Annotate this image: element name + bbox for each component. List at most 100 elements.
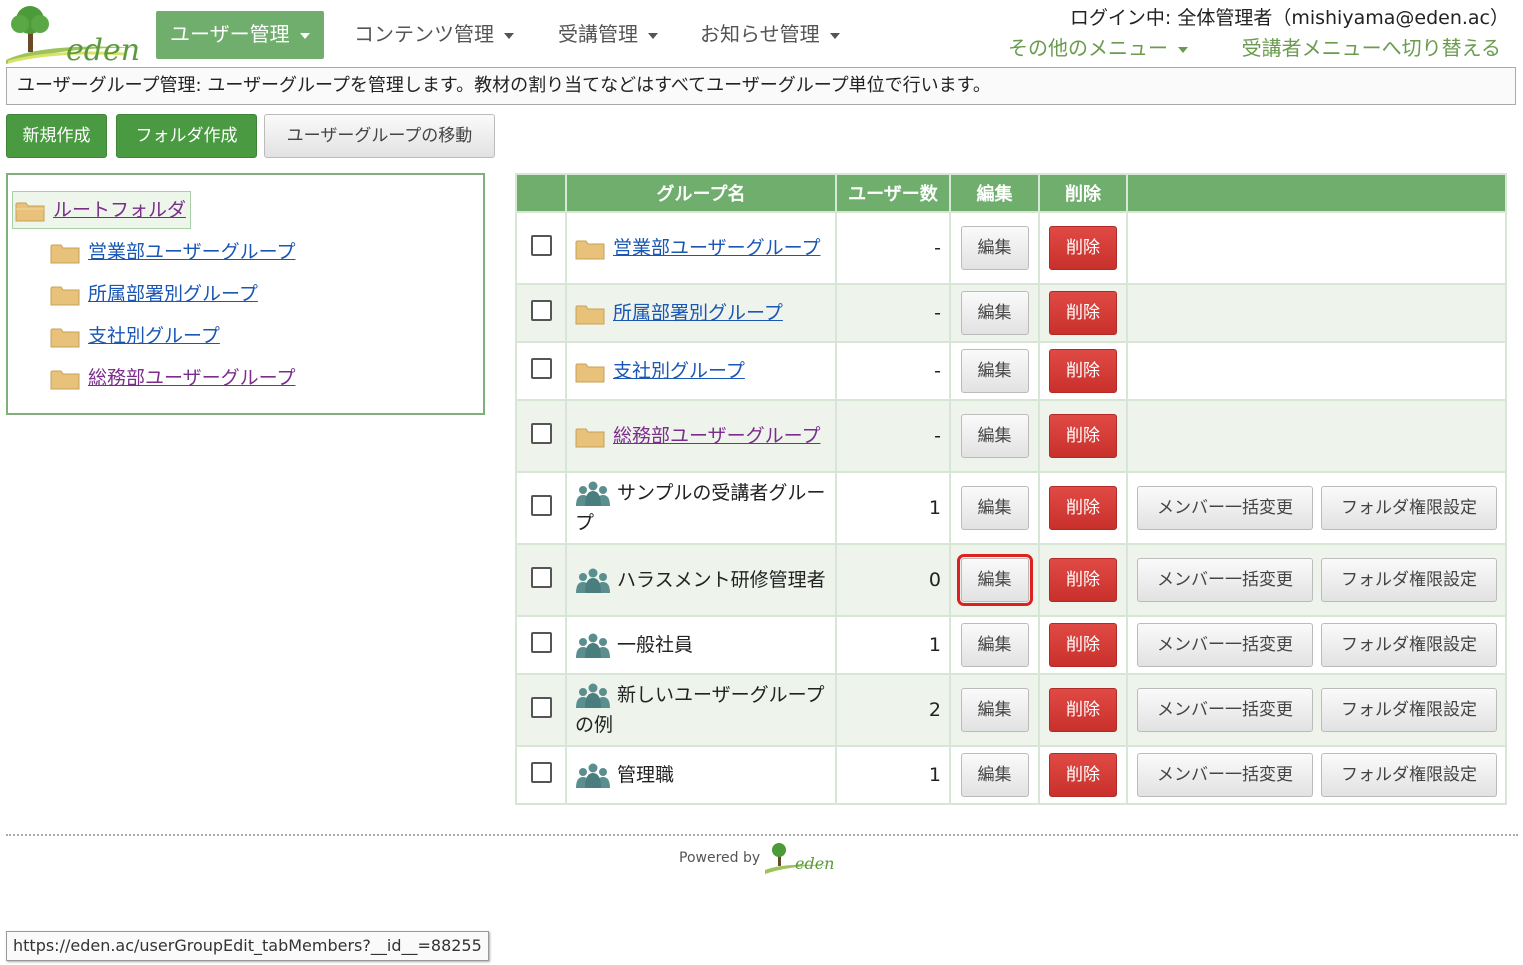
group-name-cell: 支社別グループ: [565, 341, 837, 401]
edit-button[interactable]: 編集: [960, 623, 1029, 667]
table-row: 支社別グループ - 編集 削除: [515, 341, 1507, 401]
row-checkbox[interactable]: [530, 697, 552, 718]
group-name-cell: 所属部署別グループ: [565, 283, 837, 343]
table-row: 管理職 1 編集 削除 メンバー一括変更 フォルダ権限設定: [515, 745, 1507, 805]
tree-item[interactable]: 所属部署別グループ: [50, 277, 258, 311]
group-table: グループ名 ユーザー数 編集 削除 営業部ユーザーグループ - 編集 削除所属部署別グ…: [515, 173, 1507, 805]
tree-link[interactable]: 支社別グループ: [88, 325, 220, 347]
folder-permission-button[interactable]: フォルダ権限設定: [1321, 623, 1497, 667]
folder-icon: [575, 363, 605, 382]
group-name-link[interactable]: 営業部ユーザーグループ: [613, 237, 820, 259]
create-folder-button[interactable]: フォルダ作成: [116, 114, 257, 158]
bulk-member-change-button[interactable]: メンバー一括変更: [1137, 486, 1313, 530]
row-checkbox[interactable]: [530, 300, 552, 321]
delete-button[interactable]: 削除: [1049, 623, 1117, 667]
tree-item[interactable]: 営業部ユーザーグループ: [50, 235, 295, 269]
table-row: 総務部ユーザーグループ - 編集 削除: [515, 399, 1507, 473]
tree-link[interactable]: 総務部ユーザーグループ: [88, 367, 295, 389]
group-icon: [576, 763, 610, 788]
table-header-row: グループ名 ユーザー数 編集 削除: [515, 173, 1507, 213]
checkbox-cell: [515, 283, 567, 343]
new-button[interactable]: 新規作成: [6, 114, 107, 158]
folder-permission-button[interactable]: フォルダ権限設定: [1321, 753, 1497, 797]
checkbox-cell: [515, 341, 567, 401]
edit-button[interactable]: 編集: [960, 486, 1029, 530]
switch-to-learner-menu[interactable]: 受講者メニューへ切り替える: [1242, 32, 1501, 61]
group-name: サンプルの受講者グループ: [575, 482, 826, 534]
delete-cell: 削除: [1038, 283, 1128, 343]
edit-button[interactable]: 編集: [960, 226, 1029, 270]
delete-button[interactable]: 削除: [1049, 414, 1117, 458]
eden-logo[interactable]: eden: [4, 2, 144, 68]
bulk-member-change-button[interactable]: メンバー一括変更: [1137, 623, 1313, 667]
bulk-member-change-button[interactable]: メンバー一括変更: [1137, 558, 1313, 602]
edit-button[interactable]: 編集: [960, 753, 1029, 797]
row-checkbox[interactable]: [530, 567, 552, 588]
other-menu[interactable]: その他のメニュー: [1008, 32, 1188, 61]
folder-permission-button[interactable]: フォルダ権限設定: [1321, 486, 1497, 530]
user-count-cell: 1: [835, 615, 951, 675]
table-row: ハラスメント研修管理者 0 編集 削除 メンバー一括変更 フォルダ権限設定: [515, 543, 1507, 617]
edit-cell: 編集: [949, 399, 1040, 473]
delete-button[interactable]: 削除: [1049, 558, 1117, 602]
edit-button[interactable]: 編集: [960, 414, 1029, 458]
folder-permission-button[interactable]: フォルダ権限設定: [1321, 688, 1497, 732]
group-name: 一般社員: [617, 634, 694, 656]
tree-item[interactable]: 支社別グループ: [50, 319, 220, 353]
tree-link[interactable]: 営業部ユーザーグループ: [88, 241, 295, 263]
chevron-down-icon: [829, 32, 840, 39]
group-name-link[interactable]: 支社別グループ: [613, 360, 745, 382]
edit-button[interactable]: 編集: [960, 291, 1029, 335]
row-checkbox[interactable]: [530, 235, 552, 256]
status-bar-url: https://eden.ac/userGroupEdit_tabMembers…: [6, 931, 489, 961]
row-checkbox[interactable]: [530, 423, 552, 444]
tree-root-link[interactable]: ルートフォルダ: [53, 199, 186, 221]
nav-content-management[interactable]: コンテンツ管理: [340, 11, 528, 59]
delete-button[interactable]: 削除: [1049, 486, 1117, 530]
folder-icon: [575, 428, 605, 447]
tree-link[interactable]: 所属部署別グループ: [88, 283, 258, 305]
nav-label: ユーザー管理: [170, 22, 290, 46]
group-name-link[interactable]: 所属部署別グループ: [613, 302, 783, 324]
delete-button[interactable]: 削除: [1049, 688, 1117, 732]
edit-button[interactable]: 編集: [956, 554, 1033, 606]
edit-cell: 編集: [949, 341, 1040, 401]
row-checkbox[interactable]: [530, 495, 552, 516]
table-row: 営業部ユーザーグループ - 編集 削除: [515, 211, 1507, 285]
group-name-link[interactable]: 総務部ユーザーグループ: [613, 425, 820, 447]
row-checkbox[interactable]: [530, 358, 552, 379]
tree-item[interactable]: 総務部ユーザーグループ: [50, 361, 295, 395]
delete-button[interactable]: 削除: [1049, 226, 1117, 270]
delete-button[interactable]: 削除: [1049, 753, 1117, 797]
row-checkbox[interactable]: [530, 762, 552, 783]
header-group-name: グループ名: [565, 173, 837, 213]
header-delete: 削除: [1038, 173, 1128, 213]
group-name: 管理職: [617, 764, 675, 786]
nav-label: 受講管理: [558, 22, 638, 46]
edit-button[interactable]: 編集: [960, 349, 1029, 393]
nav-user-management[interactable]: ユーザー管理: [156, 11, 324, 59]
delete-button[interactable]: 削除: [1049, 291, 1117, 335]
folder-icon: [50, 286, 80, 305]
bulk-member-change-button[interactable]: メンバー一括変更: [1137, 753, 1313, 797]
move-group-button[interactable]: ユーザーグループの移動: [264, 114, 495, 158]
bulk-member-change-button[interactable]: メンバー一括変更: [1137, 688, 1313, 732]
nav-label: コンテンツ管理: [354, 22, 494, 46]
header-checkbox: [515, 173, 567, 213]
table-row: 一般社員 1 編集 削除 メンバー一括変更 フォルダ権限設定: [515, 615, 1507, 675]
nav-notice-management[interactable]: お知らせ管理: [686, 11, 854, 59]
actions-cell: メンバー一括変更 フォルダ権限設定: [1126, 745, 1507, 805]
delete-button[interactable]: 削除: [1049, 349, 1117, 393]
delete-cell: 削除: [1038, 399, 1128, 473]
delete-cell: 削除: [1038, 211, 1128, 285]
row-checkbox[interactable]: [530, 632, 552, 653]
nav-course-management[interactable]: 受講管理: [544, 11, 672, 59]
delete-cell: 削除: [1038, 673, 1128, 747]
user-count-cell: 1: [835, 745, 951, 805]
folder-permission-button[interactable]: フォルダ権限設定: [1321, 558, 1497, 602]
chevron-down-icon: [648, 32, 658, 39]
user-count-cell: 2: [835, 673, 951, 747]
tree-root[interactable]: ルートフォルダ: [12, 191, 192, 229]
group-name-cell: サンプルの受講者グループ: [565, 471, 837, 545]
edit-button[interactable]: 編集: [960, 688, 1029, 732]
